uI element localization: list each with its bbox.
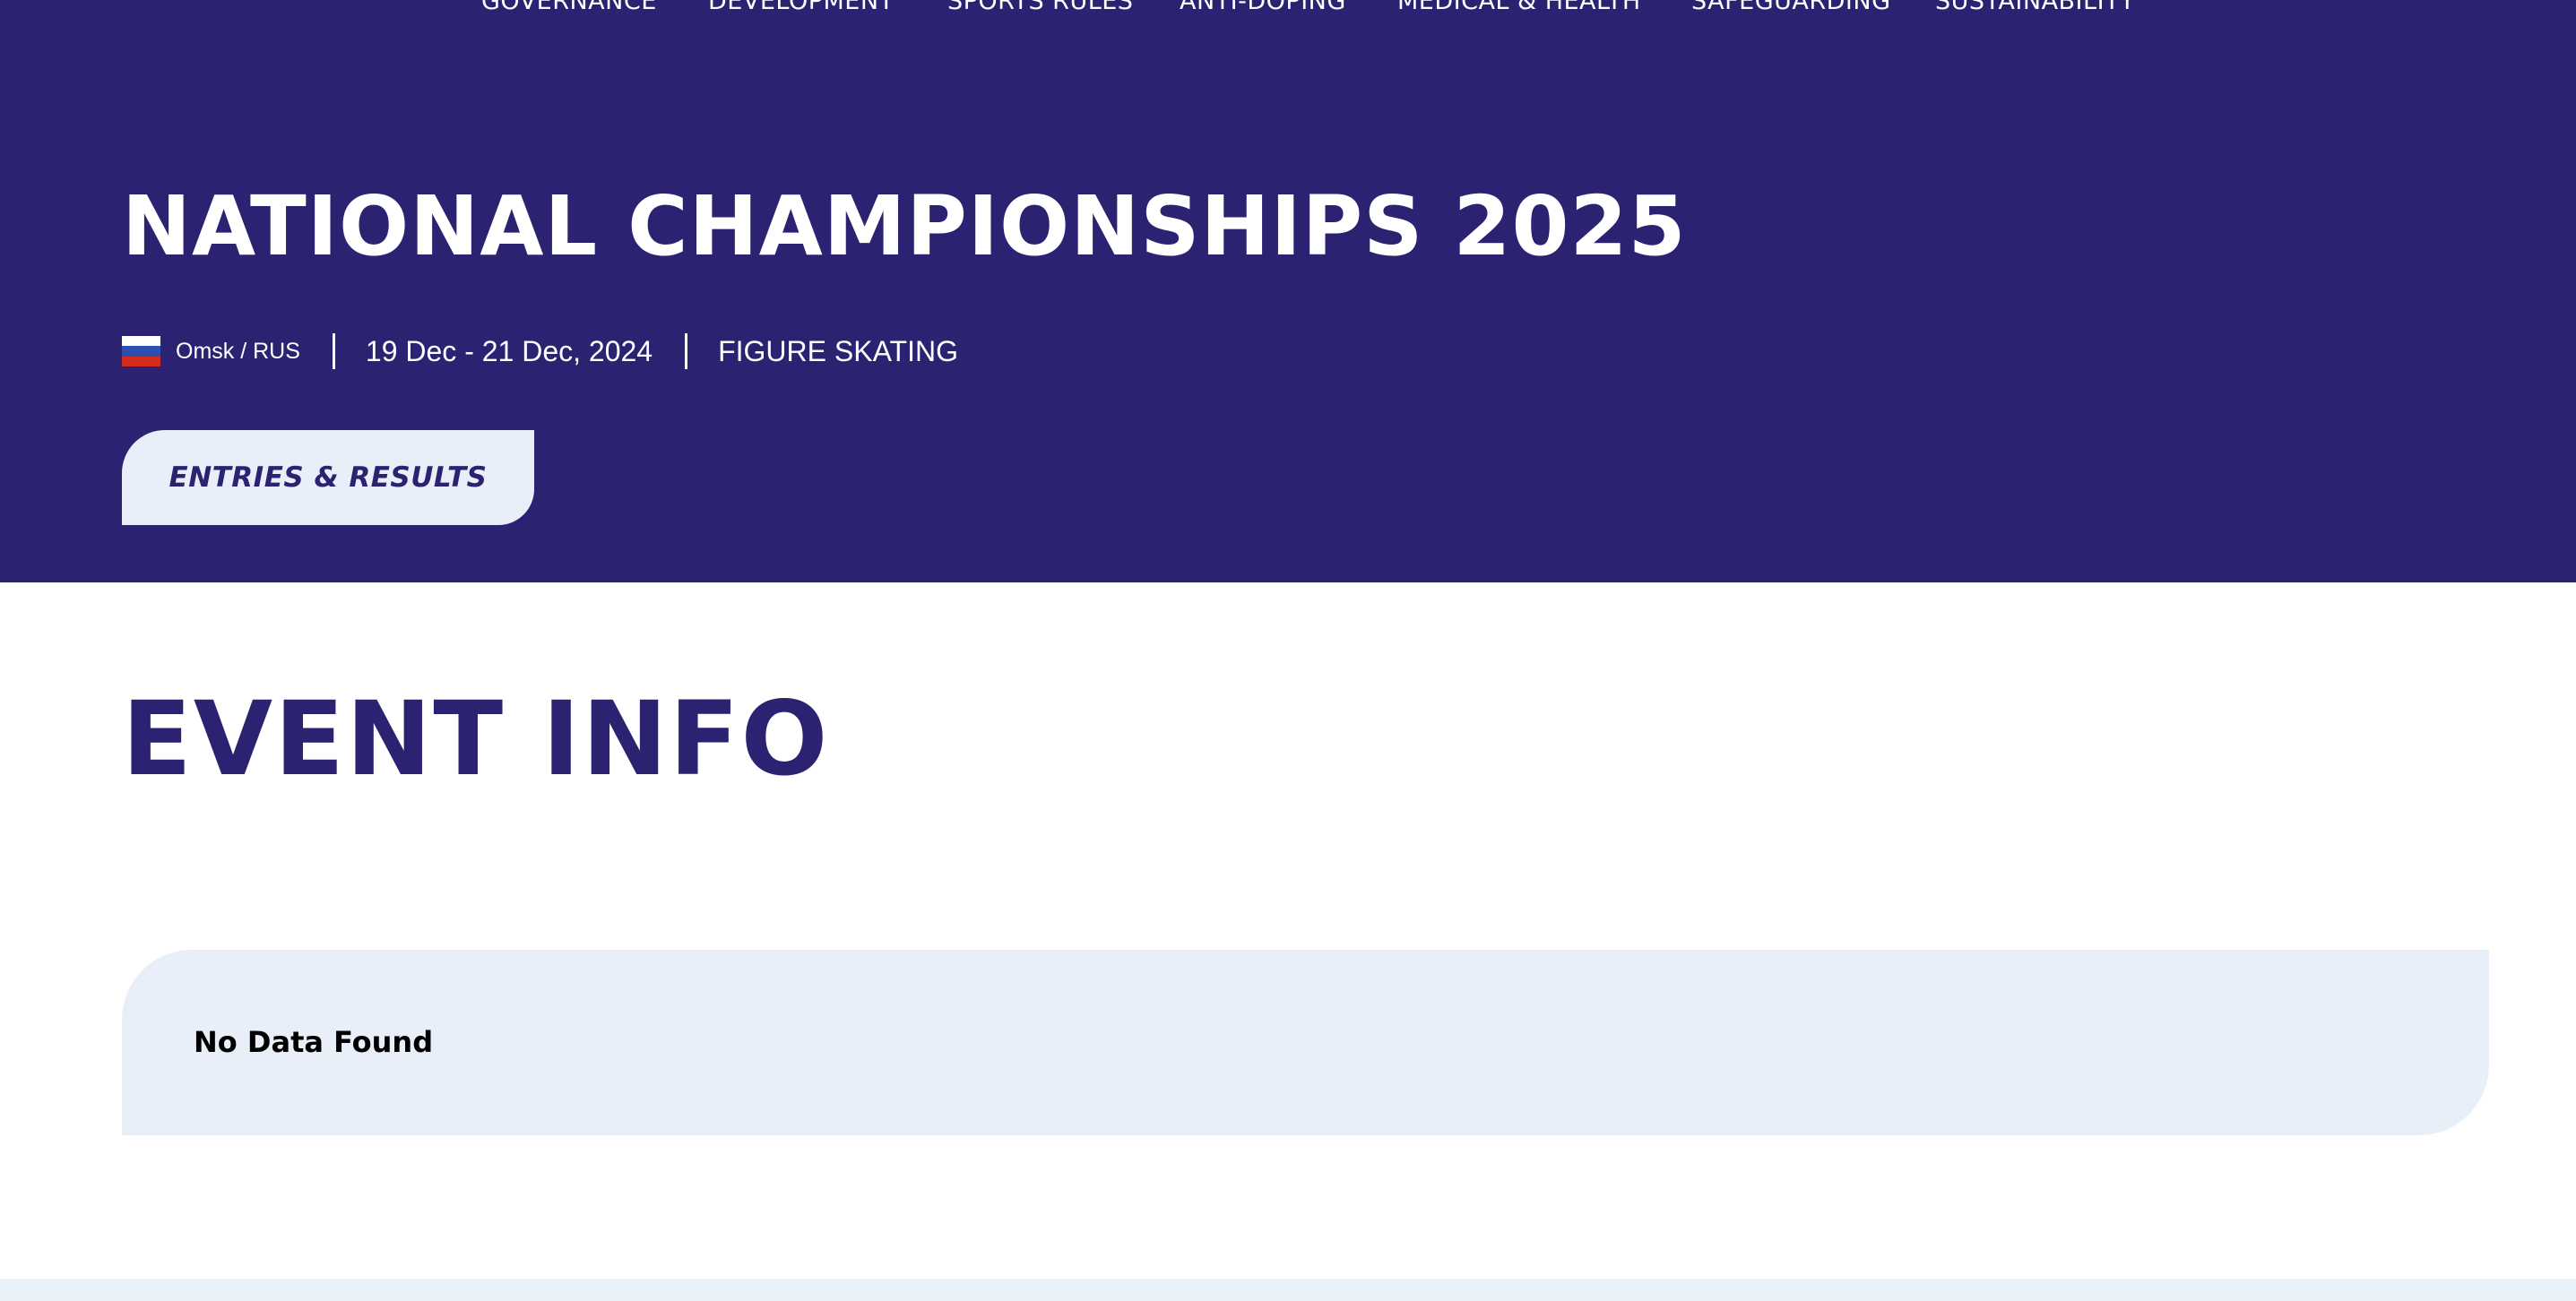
event-title: NATIONAL CHAMPIONSHIPS 2025: [122, 178, 1687, 274]
footer-strip: [0, 1279, 2576, 1301]
meta-divider: [685, 333, 688, 369]
nav-item-sports-rules[interactable]: SPORTS RULES: [947, 0, 1133, 13]
russia-flag-icon: [122, 336, 160, 366]
event-location: Omsk / RUS: [176, 339, 300, 364]
entries-results-button[interactable]: ENTRIES & RESULTS: [122, 430, 534, 525]
nav-item-development[interactable]: DEVELOPMENT: [708, 0, 895, 13]
event-meta: Omsk / RUS 19 Dec - 21 Dec, 2024 FIGURE …: [122, 332, 958, 371]
nav-item-safeguarding[interactable]: SAFEGUARDING: [1691, 0, 1891, 13]
top-navigation: GOVERNANCE DEVELOPMENT SPORTS RULES ANTI…: [0, 0, 2576, 25]
event-hero: GOVERNANCE DEVELOPMENT SPORTS RULES ANTI…: [0, 0, 2576, 582]
no-data-message: No Data Found: [194, 1025, 434, 1059]
meta-divider: [332, 333, 335, 369]
nav-item-governance[interactable]: GOVERNANCE: [481, 0, 657, 13]
nav-item-anti-doping[interactable]: ANTI-DOPING: [1180, 0, 1346, 13]
event-info-panel: No Data Found: [122, 950, 2489, 1135]
entries-results-label: ENTRIES & RESULTS: [169, 461, 488, 494]
event-sport: FIGURE SKATING: [718, 335, 958, 367]
nav-item-medical-health[interactable]: MEDICAL & HEALTH: [1397, 0, 1641, 13]
event-info-heading: EVENT INFO: [122, 679, 830, 798]
nav-item-sustainability[interactable]: SUSTAINABILITY: [1935, 0, 2135, 13]
event-dates: 19 Dec - 21 Dec, 2024: [365, 335, 653, 367]
